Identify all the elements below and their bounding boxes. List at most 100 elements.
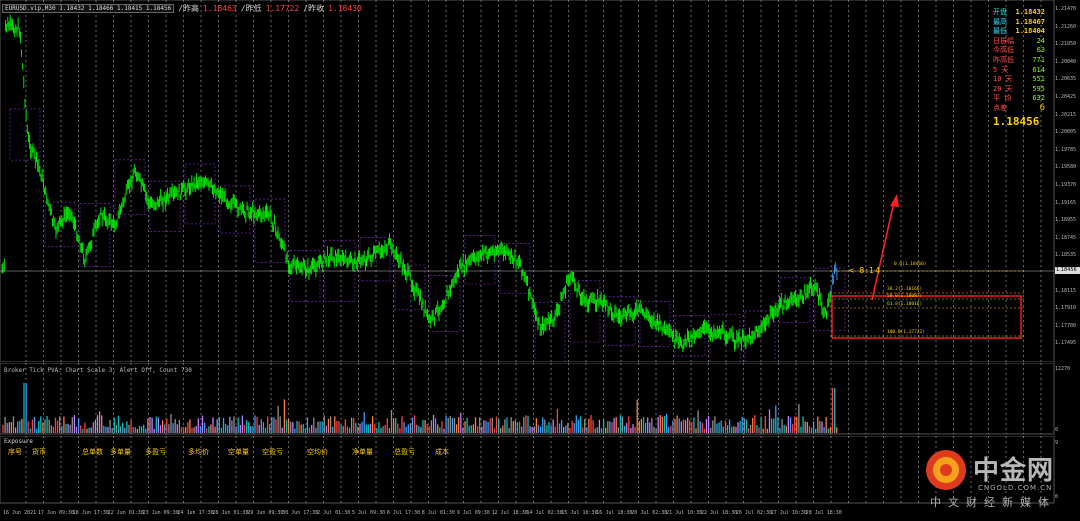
exposure-column-header: 空盈亏 xyxy=(262,448,283,456)
exposure-title: Exposure xyxy=(4,438,33,445)
stat-value: 551 xyxy=(1032,75,1045,84)
stat-key: 平 均 xyxy=(993,94,1012,103)
bar-timer: < 8:14 xyxy=(848,266,882,275)
fib-label: 100.0(1.17722) xyxy=(887,330,925,335)
exposure-column-header: 多均价 xyxy=(188,448,209,456)
exposure-column-header: 序号 xyxy=(8,448,22,456)
stats-panel: 开盘 1.18432 最高 1.18467 最低 1.18404 日振幅 24 今高低 63 昨高低… xyxy=(993,8,1045,128)
exposure-column-header: 空单量 xyxy=(228,448,249,456)
time-tick: 2 Jul 01:30 xyxy=(317,510,351,516)
live-price: 1.18456 xyxy=(993,114,1040,128)
prev-close-label: /昨收 xyxy=(303,3,325,13)
time-tick: 17 Jun 09:30 xyxy=(37,510,75,516)
stat-row: 今高低 63 xyxy=(993,46,1045,56)
price-tick: 1.17700 xyxy=(1055,322,1077,329)
time-tick: 18 Jun 17:30 xyxy=(72,510,109,516)
time-tick: 22 Jul 18:30 xyxy=(701,510,738,516)
symbol-ohlc: EURUSD.vip,M30 1.18432 1.18466 1.18415 1… xyxy=(2,3,175,13)
price-tick: 1.20840 xyxy=(1055,58,1077,65)
stat-value: 1.18467 xyxy=(1015,17,1045,26)
exposure-column-header: 总单数 xyxy=(82,448,103,456)
exposure-column-header: 总盈亏 xyxy=(394,448,415,456)
stat-row: 最低 1.18404 xyxy=(993,27,1045,37)
price-tick: 1.18535 xyxy=(1055,252,1077,259)
exposure-column-header: 多盈亏 xyxy=(145,448,166,456)
stat-row: 平 均 632 xyxy=(993,94,1045,104)
price-tick: 1.21260 xyxy=(1055,23,1077,30)
mt4-chart-window: EURUSD.vip,M30 1.18432 1.18466 1.18415 1… xyxy=(0,0,1080,521)
stat-key: 最高 xyxy=(993,17,1007,26)
stat-value: 771 xyxy=(1032,55,1045,64)
fib-label: 0.0(1.18460) xyxy=(894,262,927,267)
stat-row: 20 天 595 xyxy=(993,85,1045,95)
price-tick: 1.18745 xyxy=(1055,234,1077,241)
price-tick: 1.19785 xyxy=(1055,146,1077,153)
time-tick: 5 Jul 09:30 xyxy=(352,510,386,516)
stat-key: 20 天 xyxy=(993,84,1013,93)
price-tick: 1.19580 xyxy=(1055,164,1077,171)
fib-label: 61.8(1.18016) xyxy=(887,302,923,307)
prev-low-value: 1.17722 xyxy=(265,3,300,13)
exposure-column-header: 空均价 xyxy=(307,448,328,456)
time-tick: 22 Jun 01:30 xyxy=(107,510,144,516)
logo-name: 中金网 xyxy=(973,456,1055,486)
price-tick: 1.19165 xyxy=(1055,199,1077,206)
stat-key: 5 天 xyxy=(993,65,1009,74)
time-tick: 23 Jun 09:30 xyxy=(142,510,179,516)
prev-close-value: 1.18430 xyxy=(328,3,362,13)
exposure-column-header: 净单量 xyxy=(352,448,373,456)
time-tick: 20 Jul 02:30 xyxy=(631,510,668,516)
prev-high-value: 1.18463 xyxy=(203,3,237,13)
stat-value: 1.18432 xyxy=(1015,8,1045,16)
price-tick: 1.21470 xyxy=(1055,6,1077,12)
time-tick: 16 Jul 18:30 xyxy=(596,510,633,516)
logo-url: CNGOLD.COM.CN xyxy=(978,484,1053,492)
stat-row: 10 天 551 xyxy=(993,75,1045,85)
price-tick: 1.21050 xyxy=(1055,41,1077,48)
time-tick: 9 Jul 09:30 xyxy=(456,510,490,516)
time-tick: 24 Jun 17:30 xyxy=(177,510,214,516)
time-tick: 26 Jul 02:30 xyxy=(735,510,773,516)
time-tick: 28 Jul 18:30 xyxy=(805,510,842,516)
fib-label: 50.0(1.18087) xyxy=(887,294,923,299)
stat-row: 日振幅 24 xyxy=(993,37,1045,47)
time-tick: 16 Jun 2021 xyxy=(3,510,37,516)
time-tick: 14 Jul 02:30 xyxy=(526,510,563,516)
volume-axis-bottom: 0 xyxy=(1055,427,1059,433)
stat-value: 1.18404 xyxy=(1015,27,1045,36)
stat-value: 6 xyxy=(1039,102,1045,113)
time-tick: 28 Jun 01:30 xyxy=(212,510,249,516)
price-tick: 1.18955 xyxy=(1055,217,1077,224)
time-tick: 29 Jun 09:30 xyxy=(247,510,284,516)
stat-value: 614 xyxy=(1032,65,1045,74)
volume-axis-top: 12270 xyxy=(1055,366,1071,372)
cngold-logo-icon xyxy=(926,450,966,490)
price-tick: 1.20215 xyxy=(1055,111,1077,118)
exposure-column-header: 货币 xyxy=(32,448,46,456)
exposure-axis-top: 9 xyxy=(1055,440,1059,446)
stat-row: 最高 1.18467 xyxy=(993,18,1045,28)
current-price-tag: 1.18456 xyxy=(1055,267,1080,274)
price-tick: 1.17910 xyxy=(1055,305,1077,312)
stat-value: 595 xyxy=(1032,84,1045,93)
time-tick: 8 Jul 01:30 xyxy=(421,510,455,516)
exposure-column-header: 成本 xyxy=(435,448,449,456)
cngold-logo: 中金网 CNGOLD.COM.CN 中文财经新媒体 xyxy=(918,448,1078,518)
prev-high-label: /昨高 xyxy=(178,3,200,13)
time-tick: 12 Jul 18:30 xyxy=(491,510,528,516)
logo-tagline: 中文财经新媒体 xyxy=(930,496,1056,509)
stat-key: 昨高低 xyxy=(993,55,1014,64)
price-tick: 1.20425 xyxy=(1055,94,1077,100)
stat-key: 开盘 xyxy=(993,8,1007,16)
volume-title: Broker Tick PVA: Chart Scale 3, Alert Of… xyxy=(4,367,192,374)
time-tick: 21 Jul 10:30 xyxy=(666,510,703,516)
exposure-column-header: 多单量 xyxy=(110,448,131,456)
stat-key: 点差 xyxy=(993,103,1007,112)
stat-value: 24 xyxy=(1036,36,1045,45)
price-tick: 1.19370 xyxy=(1055,182,1077,188)
price-chart[interactable] xyxy=(0,0,1080,362)
price-tick: 1.18115 xyxy=(1055,287,1077,294)
stat-row: 开盘 1.18432 xyxy=(993,8,1045,18)
time-tick: 15 Jul 10:30 xyxy=(561,510,598,516)
fib-label: 38.2(1.18166) xyxy=(887,287,923,292)
